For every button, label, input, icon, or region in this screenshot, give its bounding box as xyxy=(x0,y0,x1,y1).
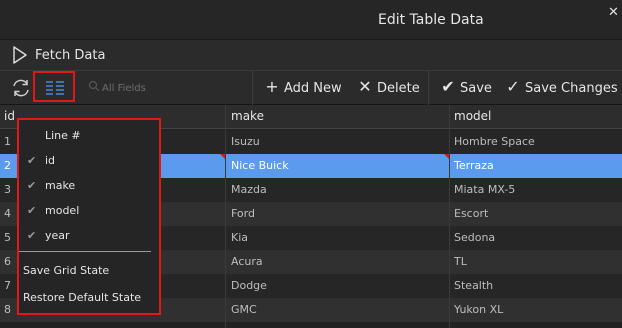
fetch-bar: Fetch Data xyxy=(0,40,622,71)
save-changes-label: Save Changes xyxy=(525,81,618,96)
cell-model[interactable]: TL xyxy=(454,255,467,268)
menu-item-save-grid-state[interactable]: Save Grid State xyxy=(19,260,159,282)
cell-model[interactable]: Sedona xyxy=(454,231,495,244)
column-header-id[interactable]: id xyxy=(4,109,15,123)
checkmark-icon: ✔ xyxy=(441,77,455,96)
column-chooser-menu: Line # ✔ id ✔ make ✔ model ✔ year Save Grid Sta… xyxy=(17,118,161,315)
delete-button[interactable]: ✕ Delete xyxy=(357,77,420,97)
menu-item-column-model[interactable]: ✔ model xyxy=(19,200,159,222)
cell-id[interactable]: 3 xyxy=(4,183,11,196)
cell-make[interactable]: Nice Buick xyxy=(231,159,289,172)
menu-item-label: Save Grid State xyxy=(23,264,110,277)
close-icon[interactable]: ✕ xyxy=(608,6,622,20)
cell-make[interactable]: Kia xyxy=(231,231,248,244)
cell-model[interactable]: Stealth xyxy=(454,279,493,292)
checkmark-icon: ✔ xyxy=(27,154,37,167)
toolbar-divider xyxy=(252,71,253,105)
menu-item-label: id xyxy=(45,154,56,167)
cell-id[interactable]: 1 xyxy=(4,135,11,148)
cell-model[interactable]: Escort xyxy=(454,207,488,220)
column-header-model[interactable]: model xyxy=(454,109,491,123)
cell-make[interactable]: Dodge xyxy=(231,279,267,292)
add-new-button[interactable]: + Add New xyxy=(264,77,342,97)
cell-model[interactable]: Hombre Space xyxy=(454,135,535,148)
cell-model[interactable]: Terraza xyxy=(454,159,494,172)
cell-make[interactable]: GMC xyxy=(231,303,257,316)
plus-icon: + xyxy=(265,77,279,96)
cell-make[interactable]: Isuzu xyxy=(231,135,260,148)
delete-label: Delete xyxy=(377,81,420,96)
window-title: Edit Table Data xyxy=(378,12,484,28)
cell-model[interactable]: Yukon XL xyxy=(454,303,503,316)
x-icon: ✕ xyxy=(358,77,372,96)
cell-make[interactable]: Mazda xyxy=(231,183,267,196)
checkmark-outline-icon: ✓ xyxy=(506,77,520,96)
menu-item-restore-default-state[interactable]: Restore Default State xyxy=(19,287,159,309)
cell-model[interactable]: Miata MX-5 xyxy=(454,183,515,196)
column-divider[interactable] xyxy=(449,105,450,328)
menu-item-column-id[interactable]: ✔ id xyxy=(19,150,159,172)
cell-make[interactable]: Acura xyxy=(231,255,263,268)
refresh-icon[interactable] xyxy=(10,77,32,99)
play-outline-icon[interactable] xyxy=(12,46,28,64)
cell-id[interactable]: 6 xyxy=(4,255,11,268)
checkmark-icon: ✔ xyxy=(27,179,37,192)
search-input[interactable] xyxy=(102,78,242,98)
cell-id[interactable]: 2 xyxy=(4,159,11,172)
columns-list-icon xyxy=(46,81,64,95)
add-new-label: Add New xyxy=(284,81,342,96)
checkmark-icon: ✔ xyxy=(27,229,37,242)
search-box xyxy=(86,77,246,99)
menu-item-column-make[interactable]: ✔ make xyxy=(19,175,159,197)
search-icon xyxy=(88,80,100,95)
toolbar: + Add New ✕ Delete ✔ Save ✓ Save Changes xyxy=(0,71,622,105)
cell-id[interactable]: 4 xyxy=(4,207,11,220)
fetch-data-button[interactable]: Fetch Data xyxy=(35,48,105,63)
save-button[interactable]: ✔ Save xyxy=(440,79,492,97)
cell-id[interactable]: 8 xyxy=(4,303,11,316)
cell-id[interactable]: 5 xyxy=(4,231,11,244)
column-header-make[interactable]: make xyxy=(231,109,264,123)
menu-item-line-number[interactable]: Line # xyxy=(19,125,159,147)
menu-divider xyxy=(19,251,151,252)
save-label: Save xyxy=(460,81,492,96)
menu-item-label: Restore Default State xyxy=(23,291,142,304)
menu-item-label: Line # xyxy=(45,129,81,142)
save-changes-button[interactable]: ✓ Save Changes xyxy=(505,77,618,97)
menu-item-column-year[interactable]: ✔ year xyxy=(19,225,159,247)
menu-item-label: year xyxy=(45,229,70,242)
title-bar: Edit Table Data ✕ xyxy=(0,0,622,40)
menu-item-label: model xyxy=(45,204,80,217)
menu-item-label: make xyxy=(45,179,76,192)
checkmark-icon: ✔ xyxy=(27,204,37,217)
cell-make[interactable]: Ford xyxy=(231,207,255,220)
column-chooser-button[interactable] xyxy=(33,71,75,102)
toolbar-divider xyxy=(428,71,429,105)
column-divider[interactable] xyxy=(225,105,226,328)
cell-id[interactable]: 7 xyxy=(4,279,11,292)
